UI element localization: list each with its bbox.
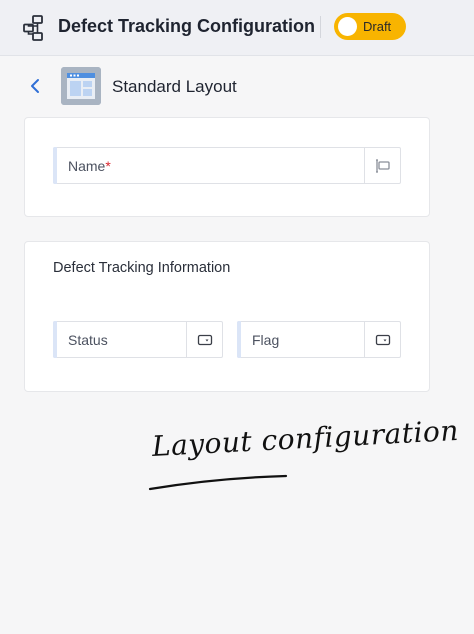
toggle-knob <box>338 17 357 36</box>
status-field[interactable]: Status <box>53 321 223 358</box>
header-divider <box>320 16 321 38</box>
name-field-label: Name* <box>68 158 111 174</box>
required-mark: * <box>105 158 111 174</box>
draft-toggle[interactable]: Draft <box>334 13 406 40</box>
chevron-left-icon[interactable] <box>26 76 44 96</box>
section-card: Defect Tracking Information Status Flag <box>24 241 430 392</box>
field-edit-icon <box>375 158 390 173</box>
flag-field-label: Flag <box>252 332 280 348</box>
page-title: Defect Tracking Configuration <box>58 16 316 36</box>
handwritten-annotation: Layout configuration <box>146 414 460 494</box>
name-field[interactable]: Name* <box>53 147 401 184</box>
layout-card-main: Name* <box>24 117 430 217</box>
flag-dropdown-button[interactable] <box>364 322 400 357</box>
dropdown-icon <box>375 334 390 345</box>
section-title: Defect Tracking Information <box>53 260 231 276</box>
layout-title: Standard Layout <box>112 77 237 96</box>
field-edit-button[interactable] <box>364 148 400 183</box>
flag-field[interactable]: Flag <box>237 321 401 358</box>
app-header: Defect Tracking Configuration Draft <box>0 0 474 56</box>
workflow-icon <box>23 15 43 41</box>
draft-status-label: Draft <box>363 19 392 34</box>
annotation-underline <box>148 474 288 491</box>
page: Defect Tracking Configuration Draft Stan… <box>0 0 474 634</box>
layout-thumbnail-icon <box>61 67 101 105</box>
status-field-label: Status <box>68 332 108 348</box>
dropdown-icon <box>197 334 212 345</box>
status-dropdown-button[interactable] <box>186 322 222 357</box>
